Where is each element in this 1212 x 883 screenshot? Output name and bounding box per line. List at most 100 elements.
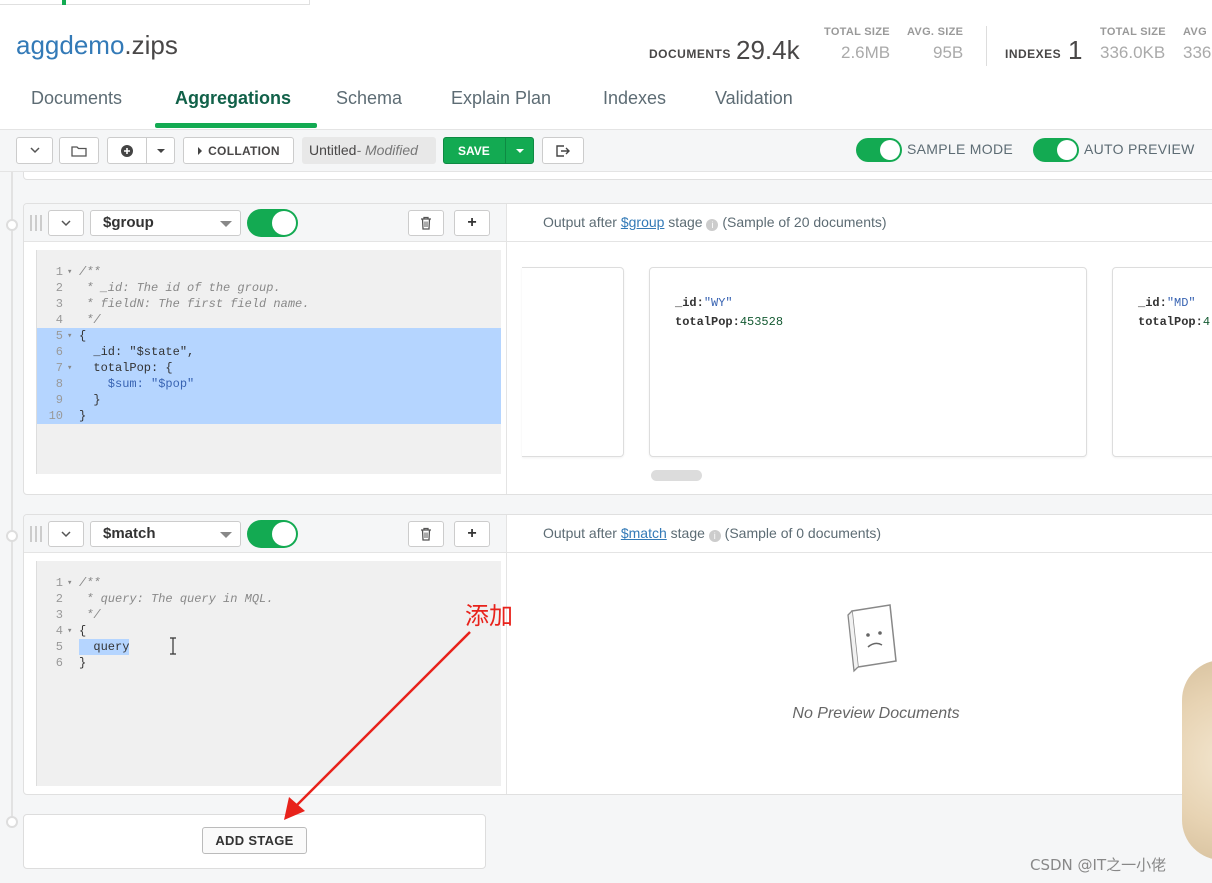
collapse-all-button[interactable] bbox=[16, 137, 53, 164]
code-text: _id: "$state", bbox=[79, 345, 195, 359]
info-icon[interactable]: i bbox=[708, 530, 721, 542]
code-text: totalPop: { bbox=[79, 361, 173, 375]
line-number: 2 bbox=[55, 281, 63, 295]
code-line[interactable]: 7 ▾ totalPop: { bbox=[37, 360, 501, 376]
sample-mode-toggle[interactable] bbox=[856, 138, 902, 162]
tab-explain-plan[interactable]: Explain Plan bbox=[451, 88, 551, 109]
doc-field-value: "MD" bbox=[1166, 296, 1196, 310]
doc-avg-size-value: 95B bbox=[933, 43, 964, 62]
timeline-dot bbox=[6, 816, 18, 828]
code-line[interactable]: 6 _id: "$state", bbox=[37, 344, 501, 360]
code-line[interactable]: 8 $sum: "$pop" bbox=[37, 376, 501, 392]
delete-stage-button[interactable] bbox=[408, 210, 444, 236]
timeline-dot bbox=[6, 530, 18, 542]
code-line[interactable]: 5 ▾ { bbox=[37, 328, 501, 344]
stage-code-editor[interactable]: 1 ▾/** 2 * query: The query in MQL. 3 */4 ▾ {… bbox=[36, 561, 501, 786]
pipeline-modified-status: - Modified bbox=[356, 142, 418, 158]
caret-down-icon bbox=[156, 148, 165, 153]
window-tab[interactable] bbox=[0, 0, 310, 5]
tab-indexes[interactable]: Indexes bbox=[603, 88, 666, 109]
tab-aggregations[interactable]: Aggregations bbox=[175, 88, 291, 109]
stage-collapse-button[interactable] bbox=[48, 210, 84, 236]
stage-operator-select[interactable]: $match bbox=[90, 521, 241, 547]
add-stage-after-button[interactable]: + bbox=[454, 210, 490, 236]
code-text: query bbox=[79, 639, 130, 655]
stage-enabled-toggle[interactable] bbox=[247, 520, 298, 548]
collation-label: COLLATION bbox=[208, 143, 280, 158]
line-number: 3 bbox=[55, 608, 63, 622]
fold-toggle-icon[interactable]: ▾ bbox=[67, 623, 72, 639]
new-pipeline-dropdown[interactable] bbox=[146, 137, 175, 164]
previous-stage-edge bbox=[23, 172, 1212, 180]
timeline-dot bbox=[6, 219, 18, 231]
code-line[interactable]: 4 */ bbox=[37, 312, 501, 328]
line-number: 10 bbox=[48, 409, 63, 423]
idx-avg-size-value: 336 bbox=[1183, 43, 1212, 62]
code-line[interactable]: 10} bbox=[37, 408, 501, 424]
code-line[interactable]: 2 * _id: The id of the group. bbox=[37, 280, 501, 296]
tab-validation[interactable]: Validation bbox=[715, 88, 793, 109]
preview-operator-link[interactable]: $group bbox=[621, 214, 665, 230]
add-stage-label: ADD STAGE bbox=[215, 833, 294, 848]
code-text: { bbox=[79, 624, 87, 638]
line-number: 7 bbox=[55, 361, 63, 375]
save-dropdown[interactable] bbox=[505, 138, 533, 163]
chevron-down-icon bbox=[61, 220, 71, 227]
drag-handle-icon[interactable] bbox=[30, 215, 42, 231]
fold-toggle-icon[interactable]: ▾ bbox=[67, 360, 72, 376]
open-saved-pipelines-button[interactable] bbox=[59, 137, 99, 164]
code-line[interactable]: 1 ▾ /** bbox=[37, 264, 501, 280]
caret-down-icon bbox=[515, 148, 524, 153]
export-to-language-button[interactable] bbox=[542, 137, 584, 164]
toggle-knob bbox=[272, 522, 296, 546]
add-stage-button[interactable]: ADD STAGE bbox=[202, 827, 307, 854]
info-icon[interactable]: i bbox=[706, 219, 719, 231]
tab-documents[interactable]: Documents bbox=[31, 88, 122, 109]
toggle-knob bbox=[1057, 140, 1077, 160]
code-line[interactable]: 3 * fieldN: The first field name. bbox=[37, 296, 501, 312]
stage-code-editor[interactable]: 1 ▾/** 2 * _id: The id of the group. 3 * fi… bbox=[36, 250, 501, 474]
line-number: 4 bbox=[55, 624, 63, 638]
document-card: _id:"MD" totalPop:4 bbox=[1112, 267, 1212, 457]
watermark-text: CSDN @IT之一小佬 bbox=[1030, 856, 1167, 874]
horizontal-scrollbar-thumb[interactable] bbox=[651, 470, 702, 481]
add-stage-after-button[interactable]: + bbox=[454, 521, 490, 547]
stage-split-divider bbox=[506, 242, 507, 494]
new-pipeline-button[interactable] bbox=[107, 137, 147, 164]
code-line[interactable]: 4 ▾ { bbox=[37, 623, 501, 639]
stage-collapse-button[interactable] bbox=[48, 521, 84, 547]
doc-field-value: "WY" bbox=[703, 296, 733, 310]
empty-document-sad-icon bbox=[847, 604, 897, 673]
fold-toggle-icon[interactable]: ▾ bbox=[67, 264, 72, 280]
delete-stage-button[interactable] bbox=[408, 521, 444, 547]
code-line[interactable]: 5 query bbox=[37, 639, 501, 655]
code-line[interactable]: 1 ▾ /** bbox=[37, 575, 501, 591]
plus-circle-icon bbox=[121, 144, 133, 157]
code-text: $sum: "$pop" bbox=[79, 377, 195, 391]
annotation-label: 添加 bbox=[465, 602, 513, 630]
code-line[interactable]: 9 } bbox=[37, 392, 501, 408]
preview-prefix: Output after bbox=[543, 525, 621, 541]
stage-operator-select[interactable]: $group bbox=[90, 210, 241, 236]
fold-toggle-icon[interactable]: ▾ bbox=[67, 575, 72, 591]
pipeline-name[interactable]: Untitled- Modified bbox=[302, 137, 436, 164]
stage-preview-header: Output after $group stage i (Sample of 2… bbox=[506, 204, 1212, 242]
pipeline-stage-match: $match + Output after $match stage i (Sa… bbox=[23, 514, 1212, 795]
line-number: 9 bbox=[55, 393, 63, 407]
folder-icon bbox=[71, 145, 87, 157]
line-number: 6 bbox=[55, 656, 63, 670]
tab-schema[interactable]: Schema bbox=[336, 88, 402, 109]
stage-enabled-toggle[interactable] bbox=[247, 209, 298, 237]
code-line[interactable]: 3 */ bbox=[37, 607, 501, 623]
fold-toggle-icon[interactable]: ▾ bbox=[67, 328, 72, 344]
save-button[interactable]: SAVE bbox=[443, 137, 534, 164]
code-line[interactable]: 6} bbox=[37, 655, 501, 671]
database-name[interactable]: aggdemo bbox=[16, 30, 124, 60]
code-line[interactable]: 2 * query: The query in MQL. bbox=[37, 591, 501, 607]
indexes-label: INDEXES bbox=[1005, 47, 1062, 61]
save-label: SAVE bbox=[458, 143, 490, 158]
preview-operator-link[interactable]: $match bbox=[621, 525, 667, 541]
drag-handle-icon[interactable] bbox=[30, 526, 42, 542]
collation-button[interactable]: COLLATION bbox=[183, 137, 294, 164]
auto-preview-toggle[interactable] bbox=[1033, 138, 1079, 162]
